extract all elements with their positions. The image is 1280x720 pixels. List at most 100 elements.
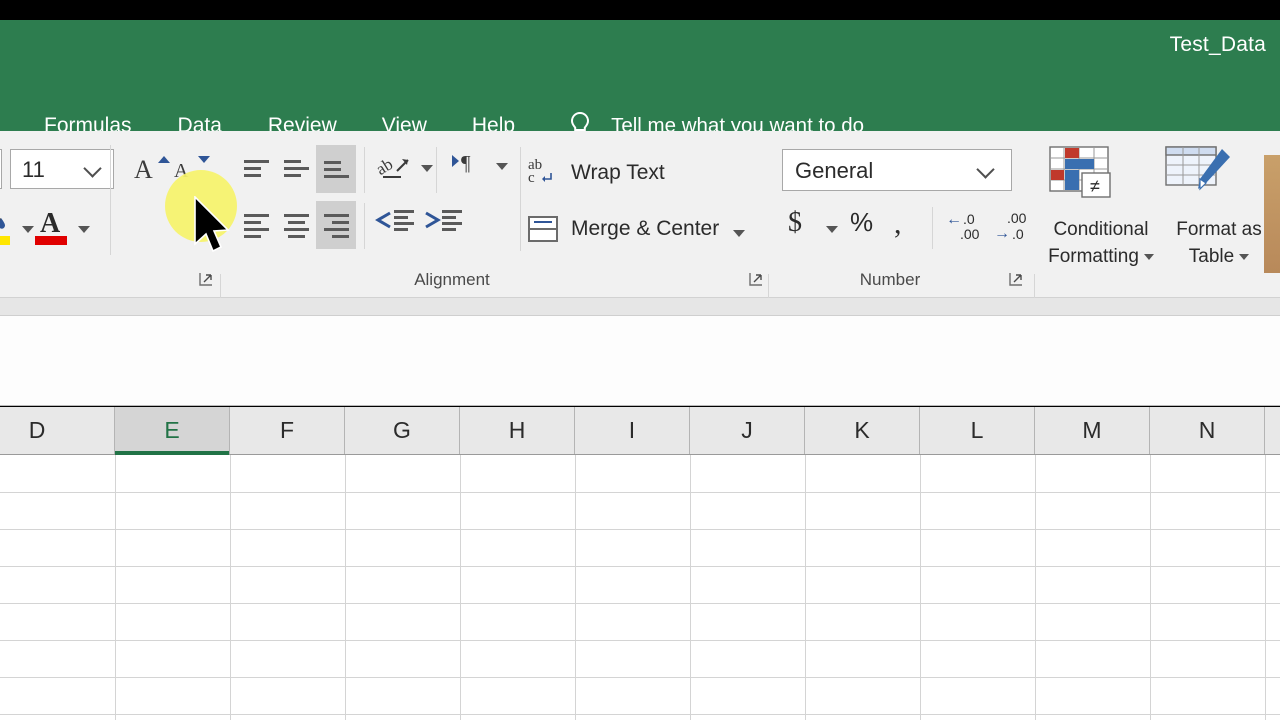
top-align-button[interactable] <box>236 149 276 189</box>
merge-center-icon <box>528 216 558 242</box>
grid-hline <box>0 677 1280 678</box>
number-dialog-launcher[interactable] <box>1008 271 1025 288</box>
column-header-J[interactable]: J <box>690 407 805 454</box>
format-as-table-button[interactable]: Format as Table <box>1160 145 1278 270</box>
svg-text:¶: ¶ <box>461 151 471 175</box>
grow-font-label: A <box>134 155 153 184</box>
formula-bar[interactable] <box>0 316 1280 406</box>
column-headers: D E F G H I J K L M N <box>0 407 1280 455</box>
grid-vline <box>1265 455 1266 720</box>
conditional-formatting-icon: ≠ <box>1049 146 1111 198</box>
grid-vline <box>115 455 116 720</box>
merge-dropdown-caret[interactable] <box>733 229 746 237</box>
decrease-font-size-button[interactable]: A <box>171 151 211 189</box>
conditional-formatting-label-1: Conditional <box>1053 219 1149 240</box>
orientation-icon: ab <box>372 154 409 179</box>
increase-font-size-button[interactable]: A <box>131 151 171 189</box>
styles-group: ≠ Conditional Formatting Format as Table <box>1036 131 1280 298</box>
triangle-down-icon <box>198 156 210 163</box>
column-header-F[interactable]: F <box>230 407 345 454</box>
excel-window: Test_Data Formulas Data Review View Help… <box>0 0 1280 720</box>
font-size-input[interactable]: 11 <box>10 149 114 189</box>
align-right-icon <box>324 214 349 242</box>
cell-styles-icon-clipped[interactable] <box>1264 155 1280 273</box>
alignment-divider-c <box>364 203 365 249</box>
column-header-E[interactable]: E <box>115 407 230 455</box>
alignment-dialog-launcher[interactable] <box>748 271 765 288</box>
grid-vline <box>920 455 921 720</box>
grid-cells-area[interactable] <box>0 455 1280 720</box>
grid-hline <box>0 603 1280 604</box>
grid-vline <box>575 455 576 720</box>
decrease-decimal-button[interactable]: ← .0 .00 <box>946 207 992 249</box>
align-right-button[interactable] <box>316 201 356 249</box>
bottom-align-icon <box>324 161 349 182</box>
column-header-K[interactable]: K <box>805 407 920 454</box>
increase-indent-icon <box>425 210 462 231</box>
text-direction-dropdown-caret[interactable] <box>496 163 508 170</box>
merge-and-center-button[interactable]: Merge & Center <box>528 209 746 249</box>
fill-color-button[interactable] <box>0 207 18 251</box>
caret-down-icon[interactable] <box>1239 253 1250 260</box>
worksheet-grid: D E F G H I J K L M N <box>0 407 1280 720</box>
column-header-N[interactable]: N <box>1150 407 1265 454</box>
conditional-formatting-label-2: Formatting <box>1048 246 1139 267</box>
orientation-button[interactable]: ab <box>372 149 433 189</box>
column-header-M[interactable]: M <box>1035 407 1150 454</box>
grid-vline <box>1035 455 1036 720</box>
font-dialog-launcher[interactable] <box>198 271 215 288</box>
grid-vline <box>690 455 691 720</box>
grid-hline <box>0 492 1280 493</box>
wrap-text-button[interactable]: ab c Wrap Text <box>528 153 665 193</box>
percent-style-button[interactable]: % <box>850 207 884 249</box>
font-name-input[interactable] <box>0 149 2 189</box>
increase-indent-button[interactable] <box>422 205 468 245</box>
grid-hline <box>0 714 1280 715</box>
chevron-down-icon <box>85 162 104 174</box>
grid-vline <box>345 455 346 720</box>
top-black-strip <box>0 0 1280 20</box>
column-header-I[interactable]: I <box>575 407 690 454</box>
dollar-sign-label: $ <box>788 207 802 238</box>
comma-style-button[interactable]: , <box>894 207 920 249</box>
percent-sign-label: % <box>850 207 874 237</box>
decrease-indent-icon <box>375 210 414 231</box>
alignment-group: ab ¶ Alignment <box>222 131 532 298</box>
shrink-font-label: A <box>174 160 189 182</box>
format-as-table-label-1: Format as <box>1176 219 1262 240</box>
font-color-button[interactable]: A <box>30 207 74 251</box>
ribbon: 11 A A A ab ¶ Alignment ab c Wrap Text M… <box>0 131 1280 406</box>
column-header-G[interactable]: G <box>345 407 460 454</box>
decrease-indent-button[interactable] <box>374 205 420 245</box>
font-group-label: Font <box>0 270 86 290</box>
alignment-divider-b <box>436 147 437 193</box>
middle-align-button[interactable] <box>276 149 316 189</box>
wrap-text-icon: ab c <box>528 157 558 189</box>
accounting-dropdown-caret[interactable] <box>826 226 838 233</box>
fill-color-swatch <box>0 236 10 245</box>
text-direction-button[interactable]: ¶ <box>450 149 508 189</box>
column-header-H[interactable]: H <box>460 407 575 454</box>
svg-text:≠: ≠ <box>1090 176 1100 196</box>
bottom-align-button[interactable] <box>316 145 356 193</box>
number-format-value: General <box>795 158 874 183</box>
caret-down-icon[interactable] <box>1143 253 1154 260</box>
column-header-D[interactable]: D <box>0 407 115 454</box>
align-left-icon <box>244 214 269 242</box>
align-left-button[interactable] <box>236 205 276 245</box>
grid-vline <box>460 455 461 720</box>
wrap-divider <box>520 147 521 251</box>
center-button[interactable] <box>276 205 316 245</box>
wrap-merge-subgroup: ab c Wrap Text Merge & Center <box>520 131 770 298</box>
number-format-select[interactable]: General <box>782 149 1012 191</box>
column-header-L[interactable]: L <box>920 407 1035 454</box>
conditional-formatting-button[interactable]: ≠ Conditional Formatting <box>1042 145 1160 270</box>
number-group-label: Number <box>859 270 921 289</box>
alignment-group-label: Alignment <box>414 270 490 289</box>
increase-decimal-button[interactable]: .00 → .0 <box>994 207 1040 249</box>
title-and-tabs-band: Test_Data Formulas Data Review View Help… <box>0 20 1280 138</box>
accounting-format-button[interactable]: $ <box>788 207 822 249</box>
font-color-dropdown-caret[interactable] <box>78 226 90 233</box>
orientation-dropdown-caret[interactable] <box>421 165 433 172</box>
grid-hline <box>0 566 1280 567</box>
